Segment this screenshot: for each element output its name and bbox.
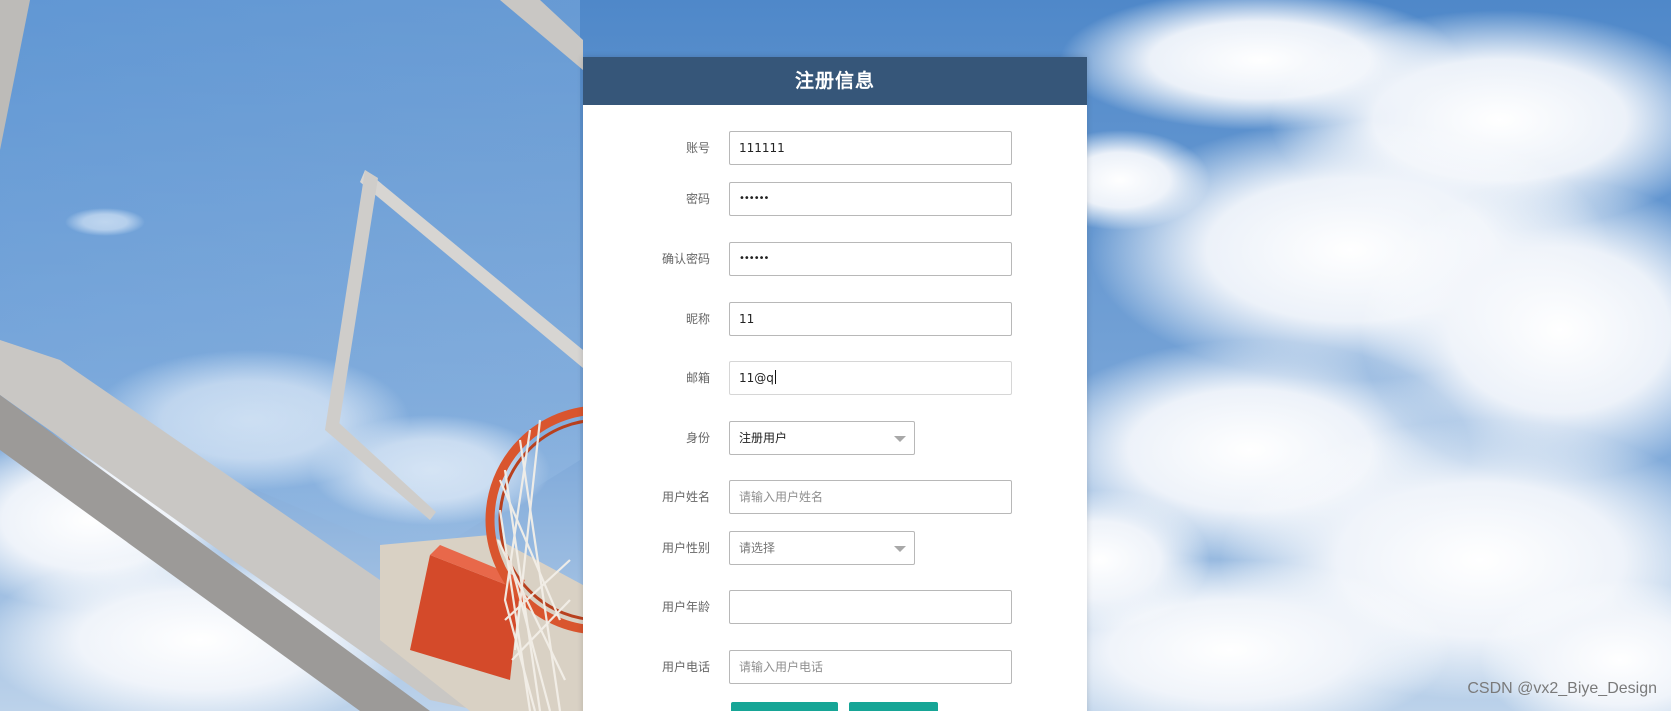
chevron-down-icon [894, 436, 906, 442]
email-input-value: 11@q [739, 371, 774, 385]
user-phone-input[interactable]: 请输入用户电话 [729, 650, 1012, 684]
registration-page: 注册信息 账号 111111 密码 •••••• 确认密码 •••••• 昵称 … [0, 0, 1671, 711]
user-gender-row: 用户性别 请选择 [583, 531, 1087, 565]
user-name-label: 用户姓名 [661, 490, 710, 504]
text-cursor [774, 370, 776, 384]
password-label: 密码 [685, 192, 710, 206]
account-label: 账号 [685, 141, 710, 155]
user-age-label: 用户年龄 [661, 600, 710, 614]
nickname-input[interactable]: 11 [729, 302, 1012, 336]
user-phone-label: 用户电话 [661, 660, 710, 674]
email-row: 邮箱 11@q [583, 361, 1087, 395]
password-input[interactable]: •••••• [729, 182, 1012, 216]
account-input[interactable]: 111111 [729, 131, 1012, 165]
register-button[interactable] [731, 702, 838, 711]
role-select[interactable]: 注册用户 [729, 421, 915, 455]
login-button[interactable] [849, 702, 938, 711]
watermark: CSDN @vx2_Biye_Design [1467, 680, 1657, 697]
user-age-input[interactable] [729, 590, 1012, 624]
password-row: 密码 •••••• [583, 182, 1087, 216]
email-input[interactable]: 11@q [729, 361, 1012, 395]
chevron-down-icon [894, 546, 906, 552]
nickname-label: 昵称 [685, 312, 710, 326]
user-name-row: 用户姓名 请输入用户姓名 [583, 480, 1087, 514]
role-row: 身份 注册用户 [583, 421, 1087, 455]
confirm-password-input[interactable]: •••••• [729, 242, 1012, 276]
user-gender-select-placeholder: 请选择 [739, 541, 776, 555]
email-label: 邮箱 [685, 371, 710, 385]
user-gender-select[interactable]: 请选择 [729, 531, 915, 565]
form-title: 注册信息 [583, 57, 1087, 105]
role-select-value: 注册用户 [739, 431, 788, 445]
user-gender-label: 用户性别 [661, 541, 710, 555]
registration-form-card: 注册信息 账号 111111 密码 •••••• 确认密码 •••••• 昵称 … [583, 57, 1087, 711]
role-label: 身份 [685, 431, 710, 445]
confirm-password-label: 确认密码 [661, 252, 710, 266]
confirm-password-row: 确认密码 •••••• [583, 242, 1087, 276]
nickname-row: 昵称 11 [583, 302, 1087, 336]
account-row: 账号 111111 [583, 131, 1087, 165]
user-phone-row: 用户电话 请输入用户电话 [583, 650, 1087, 684]
user-age-row: 用户年龄 [583, 590, 1087, 624]
user-name-input[interactable]: 请输入用户姓名 [729, 480, 1012, 514]
